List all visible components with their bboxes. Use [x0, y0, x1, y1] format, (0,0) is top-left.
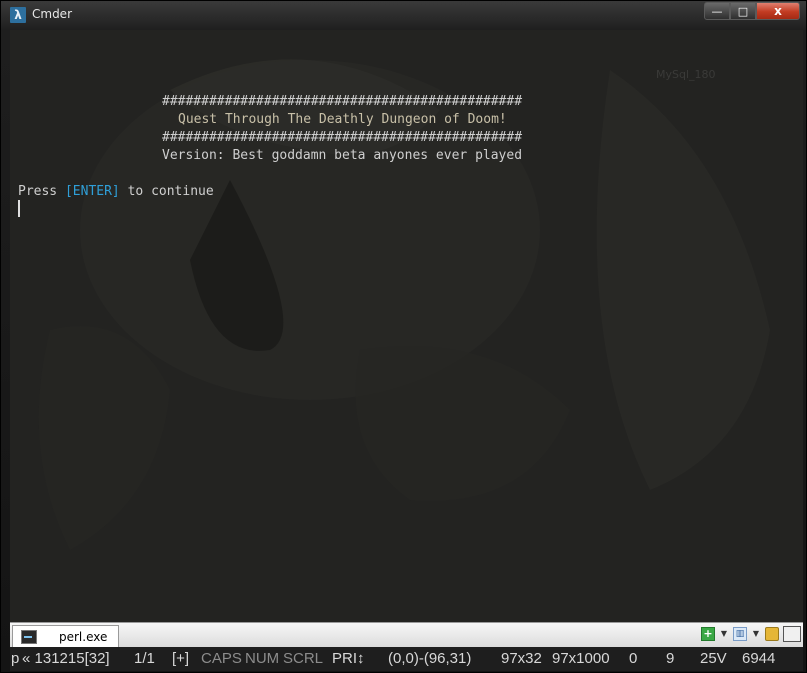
terminal-output: ########################################…: [10, 30, 803, 199]
status-priority[interactable]: PRI↕: [332, 650, 365, 667]
status-pid: 6944: [742, 650, 776, 667]
prompt-after: to continue: [119, 184, 214, 199]
toolbar: + ▼ ▥ ▼: [701, 626, 801, 642]
tab-bar: perl.exe + ▼ ▥ ▼: [10, 622, 803, 647]
window-frame: λ Cmder — □ x MySql_180 ################…: [0, 0, 807, 673]
status-val1: 0: [629, 650, 638, 667]
title-bar[interactable]: λ Cmder — □ x: [1, 1, 806, 29]
status-num[interactable]: NUM: [245, 650, 279, 667]
banner-bottom: ########################################…: [162, 130, 523, 145]
maximize-button[interactable]: □: [730, 2, 756, 20]
status-selection[interactable]: (0,0)-(96,31): [388, 650, 471, 667]
close-button[interactable]: x: [756, 2, 800, 20]
text-cursor: [18, 200, 20, 217]
status-size[interactable]: 97x32: [501, 650, 542, 667]
status-val2: 9: [666, 650, 675, 667]
game-title: Quest Through The Deathly Dungeon of Doo…: [178, 112, 507, 127]
minimize-button[interactable]: —: [704, 2, 730, 20]
dropdown-arrow-icon[interactable]: ▼: [719, 627, 729, 641]
window-layout-icon[interactable]: ▥: [733, 627, 747, 641]
status-scrl[interactable]: SCRL: [283, 650, 323, 667]
status-bar: p « 131215[32] 1/1 [+] CAPS NUM SCRL PRI…: [10, 647, 803, 671]
status-val3: 25V: [700, 650, 727, 667]
lock-icon[interactable]: [765, 627, 779, 641]
status-new-flag[interactable]: [+]: [172, 650, 189, 667]
status-caps[interactable]: CAPS: [201, 650, 242, 667]
console-area[interactable]: MySql_180 ##############################…: [10, 30, 803, 622]
console-icon: [21, 630, 37, 644]
status-build[interactable]: « 131215[32]: [22, 650, 110, 667]
status-mode: p: [11, 650, 20, 667]
prompt-before: Press: [18, 184, 65, 199]
lambda-icon[interactable]: λ: [10, 7, 26, 23]
status-console-index[interactable]: 1/1: [134, 650, 155, 667]
prompt-key: [ENTER]: [64, 184, 120, 199]
window-title: Cmder: [32, 7, 73, 21]
window-controls: — □ x: [704, 2, 800, 21]
dropdown-arrow-icon[interactable]: ▼: [751, 627, 761, 641]
version-line: Version: Best goddamn beta anyones ever …: [162, 148, 523, 163]
tab-label: perl.exe: [59, 630, 108, 644]
tab-perl[interactable]: perl.exe: [12, 625, 119, 647]
status-buffer[interactable]: 97x1000: [552, 650, 610, 667]
prompt-line: Press [ENTER] to continue: [18, 183, 214, 201]
add-console-icon[interactable]: +: [701, 627, 715, 641]
panel-icon[interactable]: [783, 626, 801, 642]
banner-top: ########################################…: [162, 94, 523, 109]
